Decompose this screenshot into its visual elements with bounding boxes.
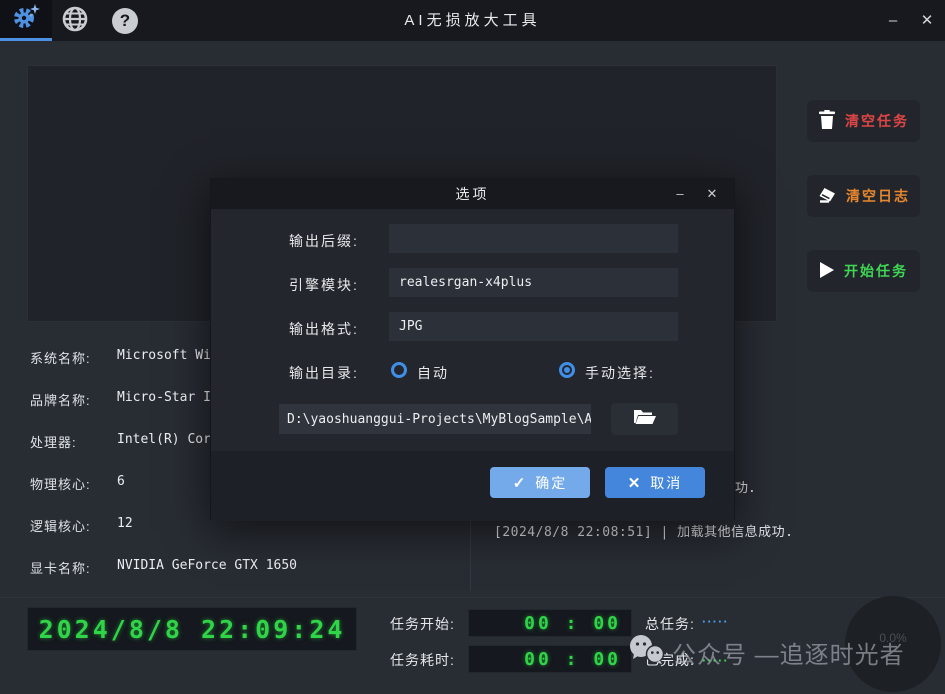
sysinfo-label: 物理核心: [30, 474, 91, 493]
manual-radio-label[interactable]: 手动选择: [585, 363, 655, 383]
format-label: 输出格式: [289, 319, 359, 339]
output-path-input[interactable]: D:\yaoshuanggui-Projects\MyBlogSample\AI… [279, 404, 591, 434]
engine-label: 引擎模块: [289, 275, 359, 295]
engine-input[interactable]: realesrgan-x4plus [389, 268, 678, 297]
title-bar: ? AI无损放大工具 – ✕ [0, 0, 945, 41]
dialog-title-bar: 选项 – ✕ [211, 179, 734, 209]
cross-icon: ✕ [628, 474, 643, 492]
suffix-input[interactable] [389, 224, 678, 253]
done-tasks-value: ····· [702, 653, 729, 668]
total-tasks-label: 总任务: [645, 614, 695, 634]
dialog-minimize-button[interactable]: – [666, 179, 694, 209]
start-task-button[interactable]: 开始任务 [807, 250, 920, 292]
app-window: ? AI无损放大工具 – ✕ 清空任务 清空日志 [0, 0, 945, 694]
sysinfo-label: 品牌名称: [30, 390, 91, 409]
log-line-partial: 功. [735, 477, 756, 496]
cancel-button-label: 取消 [650, 473, 682, 493]
dialog-title: 选项 [211, 179, 734, 209]
manual-radio[interactable] [559, 362, 575, 378]
browse-folder-button[interactable] [611, 403, 678, 435]
language-button[interactable] [57, 3, 93, 39]
output-dir-label: 输出目录: [289, 363, 359, 383]
task-start-label: 任务开始: [390, 614, 455, 634]
sysinfo-label: 系统名称: [30, 348, 91, 367]
ok-button-label: 确定 [535, 473, 567, 493]
auto-radio[interactable] [391, 362, 407, 378]
suffix-label: 输出后缀: [289, 231, 359, 251]
sysinfo-value: NVIDIA GeForce GTX 1650 [117, 558, 297, 573]
options-dialog: 选项 – ✕ 输出后缀: 引擎模块: realesrgan-x4plus 输出格… [210, 178, 735, 520]
sysinfo-value: 6 [117, 474, 125, 489]
format-input[interactable]: JPG [389, 312, 678, 341]
done-tasks-label: 已完成: [645, 650, 695, 670]
help-icon: ? [112, 8, 138, 34]
auto-radio-label[interactable]: 自动 [417, 363, 449, 383]
sysinfo-label: 处理器: [30, 432, 77, 451]
ok-button[interactable]: ✓ 确定 [490, 467, 590, 498]
open-folder-icon [633, 408, 657, 431]
clear-logs-button[interactable]: 清空日志 [807, 175, 920, 217]
clear-logs-label: 清空日志 [846, 186, 910, 206]
check-icon: ✓ [513, 474, 528, 492]
total-tasks-value: ····· [702, 614, 729, 629]
clear-tasks-button[interactable]: 清空任务 [807, 100, 920, 142]
sysinfo-value: 12 [117, 516, 133, 531]
bottom-separator [0, 597, 945, 598]
cancel-button[interactable]: ✕ 取消 [605, 467, 705, 498]
trash-icon [818, 110, 836, 133]
clear-tasks-label: 清空任务 [845, 111, 909, 131]
dialog-footer: ✓ 确定 ✕ 取消 [211, 451, 734, 521]
log-line: [2024/8/8 22:08:51] | 加载其他信息成功. [494, 521, 794, 540]
close-button[interactable]: ✕ [911, 0, 943, 41]
minimize-button[interactable]: – [877, 0, 909, 41]
clock-display: 2024/8/8 22:09:24 [27, 607, 357, 651]
progress-circle: 0.0% [845, 596, 941, 692]
gear-sparkle-icon [11, 2, 41, 37]
task-elapsed-label: 任务耗时: [390, 650, 455, 670]
tab-settings[interactable] [0, 0, 52, 41]
sysinfo-label: 逻辑核心: [30, 516, 91, 535]
eraser-icon [817, 185, 837, 208]
dialog-close-button[interactable]: ✕ [698, 179, 726, 209]
sysinfo-label: 显卡名称: [30, 558, 91, 577]
globe-icon [61, 5, 89, 38]
help-button[interactable]: ? [107, 3, 143, 39]
task-start-display: 00 : 00 [468, 609, 632, 637]
start-task-label: 开始任务 [844, 261, 908, 281]
task-elapsed-display: 00 : 00 [468, 645, 632, 673]
progress-value: 0.0% [879, 631, 906, 645]
play-icon [819, 261, 835, 282]
